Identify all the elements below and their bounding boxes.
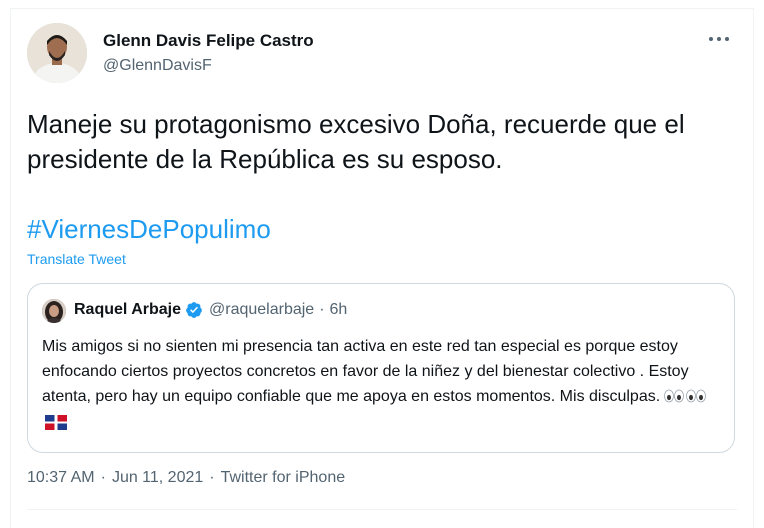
quote-author-avatar[interactable] bbox=[42, 299, 66, 323]
tweet-date[interactable]: Jun 11, 2021 bbox=[112, 469, 203, 486]
dominican-flag-icon bbox=[45, 413, 67, 438]
tweet-text: Maneje su protagonismo excesivo Doña, re… bbox=[27, 109, 685, 174]
tweet-source[interactable]: Twitter for iPhone bbox=[221, 469, 346, 486]
hashtag-link[interactable]: #ViernesDePopulimo bbox=[27, 212, 271, 247]
quote-author-handle[interactable]: @raquelarbaje bbox=[209, 301, 314, 319]
author-name[interactable]: Glenn Davis Felipe Castro bbox=[103, 31, 314, 51]
more-options-icon[interactable] bbox=[703, 29, 735, 49]
verified-badge-icon bbox=[185, 301, 203, 319]
quote-timestamp[interactable]: 6h bbox=[330, 301, 348, 319]
quote-text: Mis amigos si no sienten mi presencia ta… bbox=[42, 338, 689, 405]
tweet-time[interactable]: 10:37 AM bbox=[27, 469, 95, 486]
translate-tweet-link[interactable]: Translate Tweet bbox=[27, 251, 126, 267]
quote-header: Raquel Arbaje @raquelarbaje · 6h bbox=[74, 301, 347, 319]
author-avatar-image bbox=[27, 23, 87, 83]
meta-separator: · bbox=[100, 469, 106, 486]
quote-separator: · bbox=[319, 301, 325, 318]
divider bbox=[27, 509, 737, 510]
author-avatar[interactable] bbox=[27, 23, 87, 83]
quote-text-block: Mis amigos si no sienten mi presencia ta… bbox=[42, 334, 722, 438]
tweet-metadata: 10:37 AM · Jun 11, 2021 · Twitter for iPhone bbox=[27, 469, 345, 487]
quote-author-name[interactable]: Raquel Arbaje bbox=[74, 301, 181, 319]
eyes-emoji-icon bbox=[664, 386, 708, 411]
author-handle[interactable]: @GlennDavisF bbox=[103, 57, 212, 75]
quote-avatar-image bbox=[42, 299, 66, 323]
meta-separator: · bbox=[209, 469, 215, 486]
quoted-tweet[interactable]: Raquel Arbaje @raquelarbaje · 6h Mis ami… bbox=[27, 283, 735, 453]
tweet-card: Glenn Davis Felipe Castro @GlennDavisF M… bbox=[10, 8, 754, 528]
